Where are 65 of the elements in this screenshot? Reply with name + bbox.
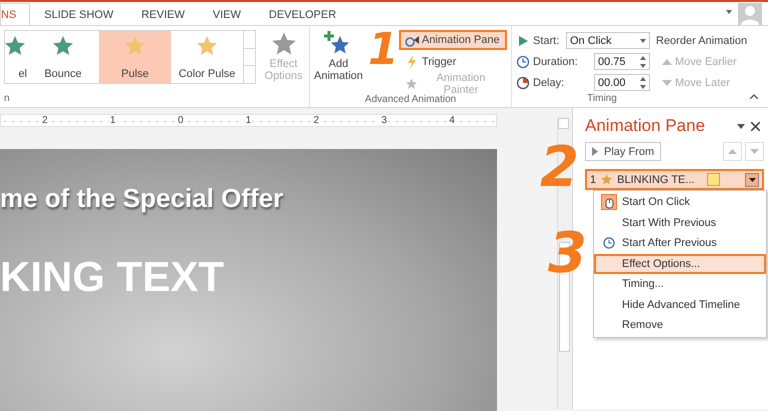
ribbon-tab[interactable]: DEVELOPER: [254, 3, 350, 25]
delay-clock-icon: [516, 76, 530, 90]
down-triangle-icon: [662, 80, 672, 86]
reorder-animation-label: Reorder Animation: [656, 34, 748, 46]
play-icon: [516, 34, 530, 48]
duration-label: Duration:: [533, 56, 579, 68]
ribbon-tab[interactable]: NS: [0, 3, 30, 25]
ruler-number: 0: [176, 114, 184, 126]
timeline-bar-icon: [706, 173, 720, 186]
pane-title: Animation Pane: [585, 116, 706, 136]
spinner-arrows-icon: [640, 56, 646, 68]
delay-label: Delay:: [533, 76, 566, 88]
delay-spinner[interactable]: 00.00: [594, 74, 650, 91]
ribbon-tab[interactable]: REVIEW: [127, 3, 199, 25]
clock-icon: [516, 54, 530, 68]
slide-heading: KING TEXT: [0, 253, 224, 301]
ribbon-button[interactable]: Trigger: [398, 52, 507, 72]
pane-icon: [404, 33, 419, 47]
start-label: Start:: [533, 34, 560, 46]
up-triangle-icon: [728, 149, 737, 154]
caret-icon[interactable]: [737, 124, 745, 129]
group-label: n: [4, 93, 11, 106]
collapse-ribbon-icon[interactable]: [750, 94, 758, 99]
slide-title: me of the Special Offer: [0, 183, 284, 214]
menu-item[interactable]: Remove: [594, 315, 766, 336]
caret-icon: [640, 38, 646, 42]
ribbon-button[interactable]: Animation Pane: [398, 30, 507, 50]
animation-gallery-item[interactable]: Bounce: [27, 31, 99, 83]
spinner-arrows-icon: [640, 76, 646, 88]
menu-item[interactable]: Hide Advanced Timeline: [594, 294, 766, 315]
caret-icon: [748, 178, 756, 182]
ruler-number: 4: [448, 114, 456, 126]
star-icon: [600, 173, 614, 186]
menu-item[interactable]: Start On Click: [594, 192, 766, 212]
ruler-number: 2: [312, 114, 320, 126]
caret-icon[interactable]: [726, 10, 732, 14]
step-number: 1: [368, 28, 399, 72]
group-label: Advanced Animation: [364, 94, 458, 107]
ruler-number: 3: [380, 114, 388, 126]
up-triangle-icon: [662, 58, 672, 64]
step-number: 2: [540, 140, 579, 196]
animation-gallery-item[interactable]: Color Pulse: [171, 31, 243, 83]
add-animation-button[interactable]: Add Animation: [314, 28, 363, 94]
ruler-number: 1: [108, 114, 117, 126]
close-icon[interactable]: [751, 122, 760, 131]
play-from-button[interactable]: Play From: [585, 142, 662, 161]
star-icon: [404, 77, 418, 91]
down-triangle-icon: [750, 149, 759, 154]
item-dropdown-button[interactable]: [745, 172, 759, 186]
menu-item[interactable]: Start After Previous: [594, 233, 766, 254]
step-number: 3: [548, 226, 587, 282]
animation-gallery-item[interactable]: el: [5, 31, 27, 83]
start-dropdown[interactable]: On Click: [566, 32, 650, 49]
ribbon-tab[interactable]: SLIDE SHOW: [30, 3, 128, 25]
animation-list-item[interactable]: 1 BLINKING TE...: [585, 169, 764, 190]
menu-item[interactable]: Start With Previous: [594, 212, 766, 233]
menu-item[interactable]: Effect Options...: [594, 254, 766, 274]
animation-gallery-item[interactable]: Pulse: [99, 31, 171, 83]
play-icon: [592, 147, 598, 156]
duration-spinner[interactable]: 00.75: [594, 53, 650, 70]
ruler-number: 1: [244, 114, 252, 126]
ribbon-tab[interactable]: VIEW: [198, 3, 255, 25]
group-label: Timing: [587, 93, 617, 106]
ruler-number: 2: [41, 114, 49, 126]
menu-item[interactable]: Timing...: [594, 274, 766, 294]
